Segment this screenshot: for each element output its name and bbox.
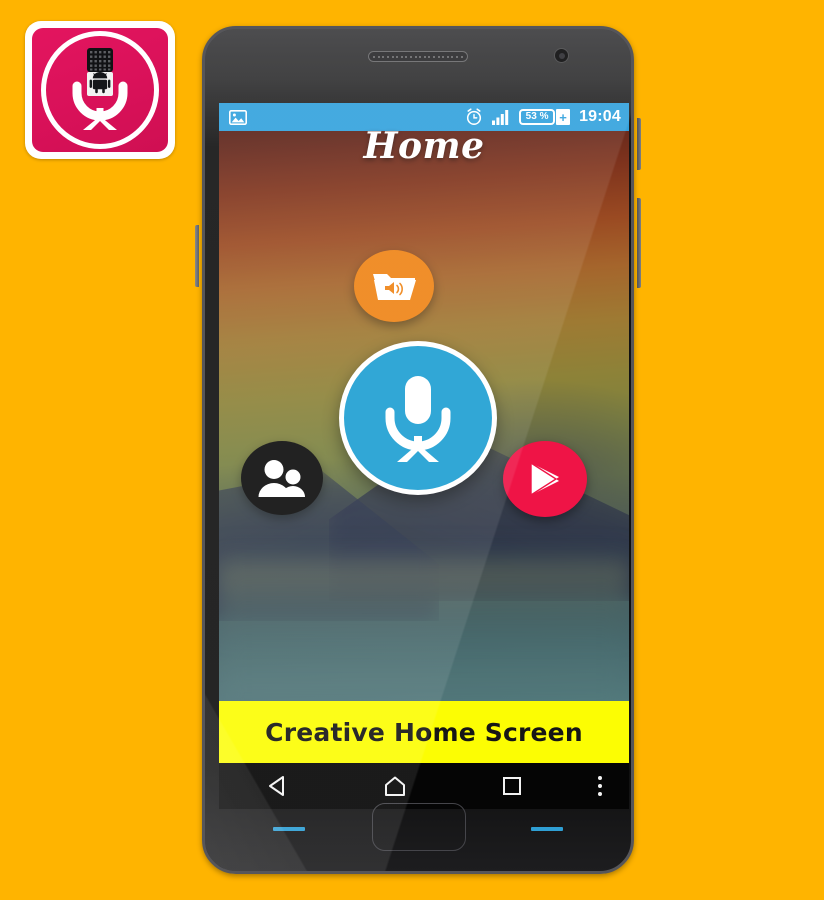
phone-body: 53 % + 19:04 Home Creative Home Screen [202,26,634,874]
status-right-group: 53 % + 19:04 [465,108,621,126]
creative-home-screen-banner-label: Creative Home Screen [265,717,583,747]
contacts-button[interactable] [241,441,323,515]
back-capacitive-key[interactable] [531,827,563,831]
play-store-button[interactable] [503,441,587,517]
home-pentagon-icon [384,776,405,796]
battery-status: 53 % + [519,109,571,125]
record-microphone-button[interactable] [339,341,497,495]
phone-screen: 53 % + 19:04 Home Creative Home Screen [219,103,629,809]
recents-capacitive-key[interactable] [273,827,305,831]
folder-speaker-icon [373,274,416,300]
square-icon [503,777,522,795]
sound-folder-button[interactable] [354,250,434,322]
play-triangle-icon [530,461,559,497]
signal-bars-icon [492,110,509,125]
three-dots-vertical-icon [597,784,602,788]
nav-back-button[interactable] [219,763,336,809]
people-icon [258,460,305,497]
page-title: Home [363,125,485,167]
alarm-clock-icon [467,108,482,125]
creative-home-screen-banner[interactable]: Creative Home Screen [219,701,629,763]
phone-device-mockup: 53 % + 19:04 Home Creative Home Screen [195,22,641,878]
three-dots-vertical-icon [597,792,602,796]
volume-rocker[interactable] [195,225,199,287]
volume-button-right[interactable] [637,198,641,288]
charging-plus-symbol: + [559,109,567,125]
battery-shell: 53 % [519,109,556,125]
microphone-icon [385,376,451,462]
app-icon-badge[interactable] [25,21,175,159]
front-camera-lens [554,48,569,63]
battery-percent-label: 53 % [525,111,549,122]
three-dots-vertical-icon [597,776,602,780]
microphone-android-icon [72,48,128,130]
screenshot-image-icon [229,109,247,125]
power-button[interactable] [637,118,641,170]
speaker-grill [368,51,468,62]
battery-charging-badge: + [556,109,571,125]
back-triangle-icon [268,776,284,796]
nav-overflow-button[interactable] [571,776,629,796]
status-bar-clock: 19:04 [579,108,621,125]
nav-recents-button[interactable] [454,763,571,809]
home-hardware-button[interactable] [372,803,466,851]
app-icon-surface [32,28,168,152]
wallpaper-water [219,551,629,701]
